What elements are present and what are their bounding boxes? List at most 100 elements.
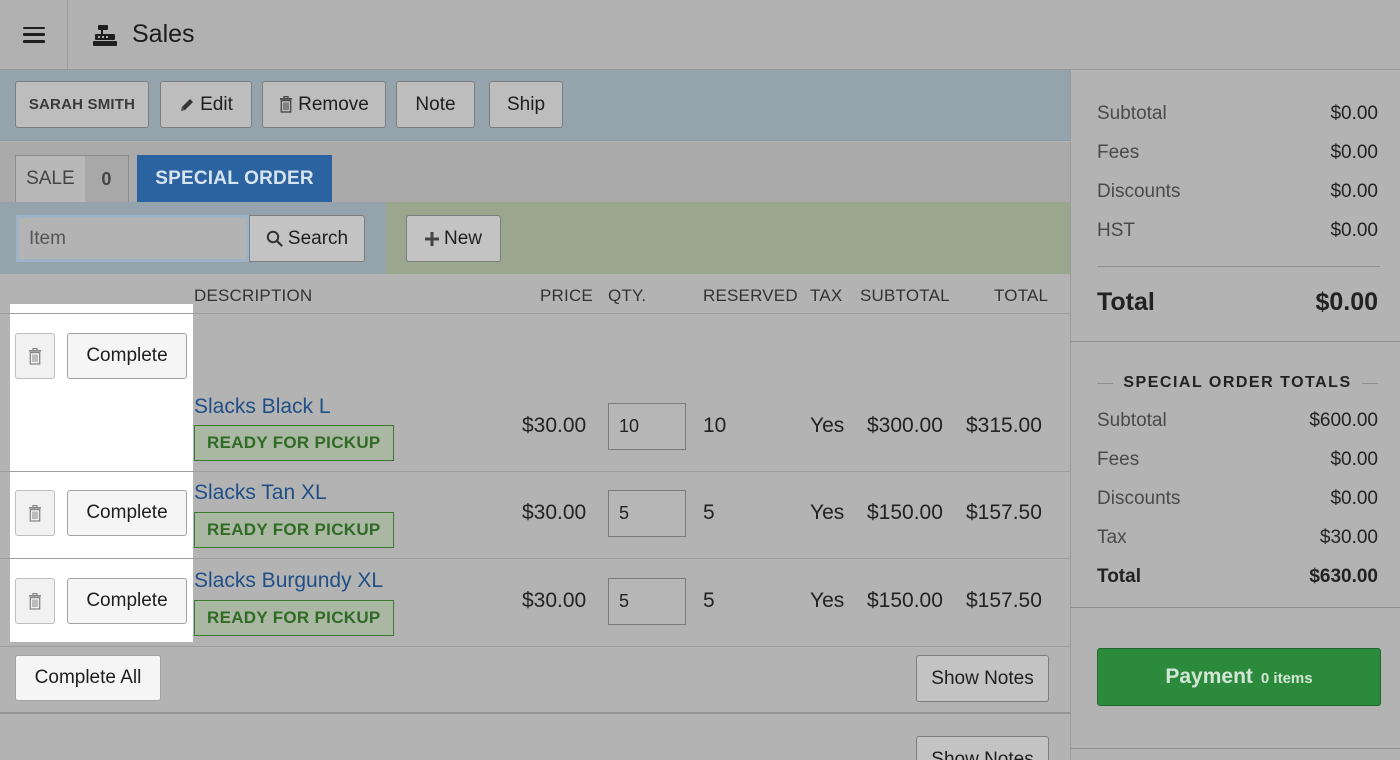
quantity-input[interactable] — [608, 578, 686, 625]
customer-button[interactable]: SARAH SMITH — [15, 81, 149, 128]
summary-value: $0.00 — [1330, 181, 1378, 202]
summary-total-label: Total — [1097, 288, 1155, 316]
search-icon — [266, 230, 283, 247]
complete-button[interactable]: Complete — [67, 333, 187, 379]
edit-button[interactable]: Edit — [160, 81, 252, 128]
tax-cell: Yes — [810, 589, 845, 612]
subtotal-cell: $150.00 — [867, 589, 943, 612]
so-label: Fees — [1097, 449, 1140, 470]
panel-divider — [1071, 748, 1400, 749]
trash-icon — [29, 347, 41, 365]
summary-discounts: Discounts $0.00 — [1097, 181, 1378, 203]
page-title: Sales — [132, 20, 195, 48]
sale-panel: SARAH SMITH Edit Remove Note Ship SALE 0… — [0, 70, 1070, 760]
item-description-link[interactable]: Slacks Burgundy XL — [194, 569, 383, 593]
tax-cell: Yes — [810, 414, 845, 437]
tax-cell: Yes — [810, 501, 845, 524]
price-cell: $30.00 — [522, 589, 587, 612]
delete-row-button[interactable] — [15, 578, 55, 624]
special-order-totals-heading: SPECIAL ORDER TOTALS — [1097, 374, 1378, 392]
special-order-totals-title: SPECIAL ORDER TOTALS — [1123, 374, 1352, 391]
reserved-cell: 5 — [703, 501, 715, 524]
delete-row-button[interactable] — [15, 333, 55, 379]
complete-button[interactable]: Complete — [67, 578, 187, 624]
complete-button[interactable]: Complete — [67, 490, 187, 536]
so-label: Discounts — [1097, 488, 1181, 509]
so-value: $30.00 — [1319, 527, 1378, 548]
totals-panel: Subtotal $0.00 Fees $0.00 Discounts $0.0… — [1070, 70, 1400, 760]
so-total-value: $630.00 — [1309, 566, 1378, 587]
total-cell: $315.00 — [966, 414, 1042, 437]
show-notes-button-secondary[interactable]: Show Notes — [916, 736, 1049, 760]
so-label: Subtotal — [1097, 410, 1167, 431]
item-search-input[interactable] — [16, 215, 249, 262]
row-divider — [0, 471, 1070, 472]
show-notes-button[interactable]: Show Notes — [916, 655, 1049, 702]
trash-icon — [29, 504, 41, 522]
price-cell: $30.00 — [522, 501, 587, 524]
tab-sale-label: SALE — [26, 168, 75, 189]
item-description-link[interactable]: Slacks Tan XL — [194, 481, 327, 505]
summary-value: $0.00 — [1330, 142, 1378, 163]
summary-value: $0.00 — [1330, 103, 1378, 124]
new-item-button[interactable]: New — [406, 215, 501, 262]
so-total: Total $630.00 — [1097, 566, 1378, 588]
header-description: DESCRIPTION — [194, 286, 313, 305]
search-label: Search — [287, 227, 349, 249]
payment-label: Payment — [1165, 665, 1253, 688]
app-title-group: Sales — [92, 0, 195, 69]
so-discounts: Discounts $0.00 — [1097, 488, 1378, 510]
tab-special-order[interactable]: SPECIAL ORDER — [137, 155, 332, 202]
row-divider — [0, 646, 1070, 647]
status-badge: READY FOR PICKUP — [194, 600, 394, 636]
summary-hst: HST $0.00 — [1097, 220, 1378, 242]
header-price: PRICE — [540, 286, 593, 305]
quantity-input[interactable] — [608, 490, 686, 537]
so-value: $0.00 — [1330, 449, 1378, 470]
register-icon — [93, 24, 117, 46]
tab-sale-count: 0 — [84, 156, 128, 202]
total-cell: $157.50 — [966, 501, 1042, 524]
summary-subtotal: Subtotal $0.00 — [1097, 103, 1378, 125]
price-cell: $30.00 — [522, 414, 587, 437]
summary-divider — [1097, 266, 1380, 267]
summary-label: Subtotal — [1097, 103, 1167, 124]
special-order-table: DESCRIPTION PRICE QTY. RESERVED TAX SUBT… — [0, 274, 1070, 760]
header-qty: QTY. — [608, 286, 647, 305]
trash-icon — [29, 592, 41, 610]
summary-label: Fees — [1097, 142, 1140, 163]
header-reserved: RESERVED — [703, 286, 798, 305]
panel-divider — [1071, 341, 1400, 342]
so-label: Tax — [1097, 527, 1127, 548]
top-bar: Sales — [0, 0, 1400, 70]
search-row: Search New — [0, 202, 1070, 274]
row-divider — [0, 558, 1070, 559]
new-label: New — [443, 227, 482, 249]
plus-icon — [424, 231, 439, 246]
summary-fees: Fees $0.00 — [1097, 142, 1378, 164]
search-button[interactable]: Search — [249, 215, 365, 262]
note-button[interactable]: Note — [396, 81, 475, 128]
remove-button[interactable]: Remove — [262, 81, 386, 128]
order-tabs: SALE 0 SPECIAL ORDER — [0, 142, 1070, 202]
tab-sale[interactable]: SALE 0 — [15, 155, 129, 202]
new-item-area: New — [386, 202, 1070, 274]
pencil-icon — [181, 98, 194, 111]
payment-button[interactable]: Payment 0 items — [1097, 648, 1381, 706]
remove-label: Remove — [298, 93, 369, 115]
so-value: $600.00 — [1309, 410, 1378, 431]
hamburger-menu-button[interactable] — [0, 0, 68, 69]
subtotal-cell: $150.00 — [867, 501, 943, 524]
edit-label: Edit — [200, 93, 233, 115]
complete-all-button[interactable]: Complete All — [15, 655, 161, 701]
summary-total-value: $0.00 — [1315, 288, 1378, 316]
item-description-link[interactable]: Slacks Black L — [194, 395, 331, 419]
status-badge: READY FOR PICKUP — [194, 425, 394, 461]
subtotal-cell: $300.00 — [867, 414, 943, 437]
delete-row-button[interactable] — [15, 490, 55, 536]
panel-divider — [1071, 607, 1400, 608]
quantity-input[interactable] — [608, 403, 686, 450]
so-value: $0.00 — [1330, 488, 1378, 509]
ship-button[interactable]: Ship — [489, 81, 563, 128]
reserved-cell: 5 — [703, 589, 715, 612]
